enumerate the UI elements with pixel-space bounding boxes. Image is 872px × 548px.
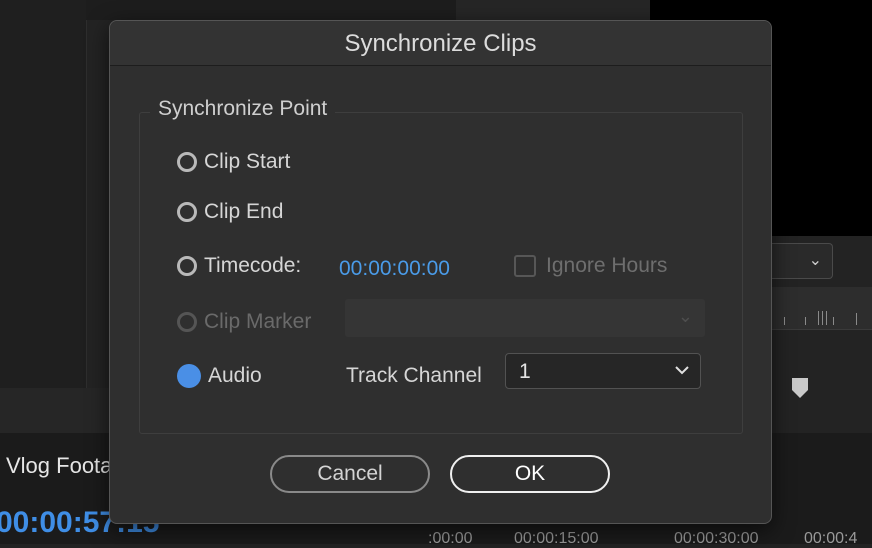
ignore-hours-checkbox xyxy=(514,255,536,277)
sequence-tab-title[interactable]: Vlog Foota xyxy=(6,453,112,479)
program-ruler[interactable] xyxy=(770,287,872,330)
panel-header xyxy=(456,0,650,20)
chevron-down-icon: ⌄ xyxy=(808,252,822,269)
clip-start-radio[interactable] xyxy=(177,152,197,172)
zoom-dropdown[interactable]: ⌄ xyxy=(770,243,833,279)
ignore-hours-label: Ignore Hours xyxy=(546,254,668,277)
timecode-option[interactable]: Timecode: xyxy=(177,254,301,278)
clip-start-label: Clip Start xyxy=(204,150,291,173)
clip-marker-select: ⌄ xyxy=(345,299,705,337)
timeline-ruler-label: 00:00:15:00 xyxy=(514,530,599,547)
project-panel xyxy=(0,0,87,388)
source-monitor-edge xyxy=(86,0,456,20)
group-label: Synchronize Point xyxy=(150,97,336,121)
playhead-marker-icon[interactable] xyxy=(792,378,808,398)
timecode-input[interactable]: 00:00:00:00 xyxy=(339,257,450,281)
chevron-down-icon: ⌄ xyxy=(677,306,693,326)
clip-marker-label: Clip Marker xyxy=(204,310,312,333)
clip-end-option[interactable]: Clip End xyxy=(177,200,283,224)
track-channel-value: 1 xyxy=(519,360,531,383)
timecode-radio[interactable] xyxy=(177,256,197,276)
synchronize-clips-dialog: Synchronize Clips Synchronize Point Clip… xyxy=(109,20,772,524)
ignore-hours-option: Ignore Hours xyxy=(514,254,667,278)
clip-marker-option: Clip Marker xyxy=(177,310,311,334)
cancel-button[interactable]: Cancel xyxy=(270,455,430,493)
panel-strip xyxy=(0,388,110,433)
timeline-ruler-label: 00:00:30:00 xyxy=(674,530,759,547)
ok-button[interactable]: OK xyxy=(450,455,610,493)
timecode-label: Timecode: xyxy=(204,254,302,277)
dialog-title[interactable]: Synchronize Clips xyxy=(110,21,771,66)
timeline-ruler-label: :00:00 xyxy=(428,530,473,547)
clip-start-option[interactable]: Clip Start xyxy=(177,150,290,174)
audio-option[interactable]: Audio xyxy=(177,364,262,388)
clip-end-label: Clip End xyxy=(204,200,284,223)
audio-radio[interactable] xyxy=(177,364,201,388)
audio-label: Audio xyxy=(208,364,262,387)
track-channel-select[interactable]: 1 xyxy=(505,353,701,389)
clip-marker-radio xyxy=(177,312,197,332)
chevron-down-icon xyxy=(675,366,689,375)
clip-end-radio[interactable] xyxy=(177,202,197,222)
timeline-ruler-label: 00:00:4 xyxy=(804,530,858,547)
timeline-ruler[interactable]: :00:00 00:00:15:00 00:00:30:00 00:00:4 xyxy=(428,530,872,547)
track-channel-label: Track Channel xyxy=(346,364,482,387)
